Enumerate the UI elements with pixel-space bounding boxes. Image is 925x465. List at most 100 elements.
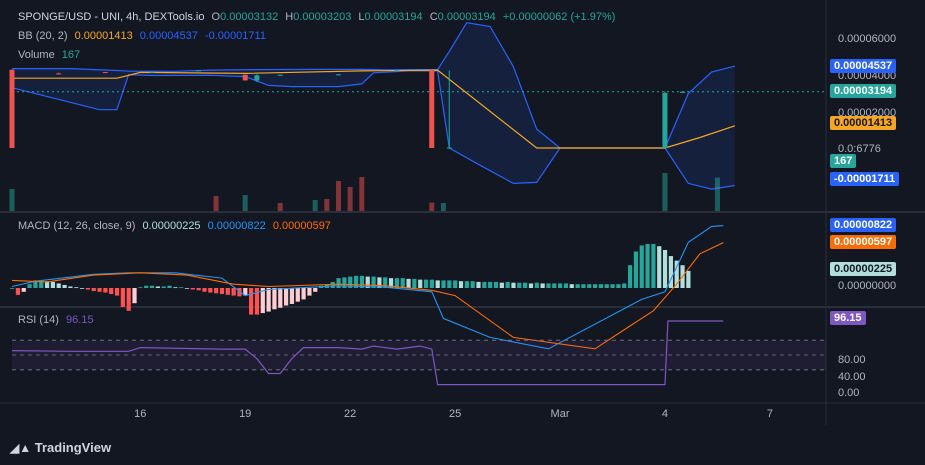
rsi-value: 96.15 <box>66 314 94 326</box>
macd-hist-bar <box>558 283 563 288</box>
macd-hist-bar <box>21 288 26 292</box>
macd-hist-bar <box>616 284 621 288</box>
volume-bar <box>9 189 15 211</box>
macd-hist-bar <box>662 250 668 288</box>
tradingview-logo: ◢▲ TradingView <box>10 440 112 455</box>
volume-bar <box>440 203 446 211</box>
rsi-tag: 96.15 <box>830 311 866 325</box>
bb-fill <box>12 22 735 190</box>
bb-basis-value: 0.00001413 <box>74 30 133 42</box>
macd-hist-bar <box>633 251 639 288</box>
candle-body <box>277 74 283 76</box>
volume-bar <box>312 200 318 211</box>
change-value: +0.00000062 (+1.97%) <box>502 11 616 23</box>
candle-body <box>9 69 15 148</box>
bb-upper-tag: 0.00004537 <box>830 59 897 73</box>
rsi-tick: 40.00 <box>838 371 866 383</box>
open-label: O <box>211 11 221 23</box>
volume-value: 167 <box>61 49 81 61</box>
rsi-tick: 80.00 <box>838 354 866 366</box>
macd-hist-bar <box>68 286 73 288</box>
header-legend: SPONGE/USD - UNI, 4h, DEXTools.io O 0.000… <box>18 11 619 23</box>
macd-hist-bar <box>190 288 195 290</box>
price-tick: 0.00006000 <box>838 33 897 45</box>
candle-body <box>254 75 260 81</box>
macd-hist-bar <box>307 288 312 296</box>
macd-hist-bar <box>482 281 487 288</box>
macd-hist-bar <box>284 288 289 306</box>
macd-hist-bar <box>528 283 534 288</box>
candle-body <box>56 73 62 75</box>
macd-hist-bar <box>91 288 96 292</box>
close-label: C <box>429 11 438 23</box>
macd-hist-bar <box>225 288 230 295</box>
macd-hist-bar <box>523 282 528 288</box>
close-price-tag: 0.00003194 <box>830 84 897 98</box>
macd-hist-bar <box>493 281 499 288</box>
candle-body <box>662 92 668 148</box>
macd-hist-bar <box>488 281 493 288</box>
candle-body <box>149 71 155 73</box>
volume-bar <box>213 196 219 211</box>
macd-hist-bar <box>120 288 125 307</box>
rsi-legend: RSI (14) 96.15 <box>18 314 98 326</box>
macd-hist-bar <box>114 288 120 296</box>
close-value: 0.00003194 <box>437 11 496 23</box>
macd-hist-bar <box>173 287 178 289</box>
macd-hist-bar <box>196 288 201 291</box>
macd-legend: MACD (12, 26, close, 9) 0.00000225 0.000… <box>18 220 335 232</box>
macd-hist-bar <box>138 287 143 289</box>
x-tick: Mar <box>550 408 570 420</box>
volume-bar <box>335 181 341 211</box>
macd-hist-bar <box>249 288 254 315</box>
macd-hist-bar <box>476 281 481 288</box>
macd-hist-bar <box>179 287 184 289</box>
macd-hist-bar <box>56 283 61 288</box>
macd-hist-bar <box>511 282 516 288</box>
chart-svg <box>0 0 925 425</box>
macd-label: MACD (12, 26, close, 9) <box>18 220 136 232</box>
x-tick: 19 <box>239 408 252 420</box>
macd-hist-bar <box>464 281 469 288</box>
macd-hist-bar <box>231 288 236 296</box>
macd-hist-bar <box>202 288 207 292</box>
macd-hist-bar <box>627 265 633 288</box>
macd-hist-bar <box>546 283 551 288</box>
bb-lower-tag: -0.00001711 <box>830 172 900 186</box>
macd-hist-bar <box>295 288 300 302</box>
macd-hist-bar <box>336 278 341 288</box>
macd-hist-bar <box>645 243 650 288</box>
macd-hist-bar <box>266 288 271 312</box>
macd-hist-bar <box>406 278 411 288</box>
macd-hist-bar <box>79 288 85 289</box>
volume-bar <box>662 173 668 211</box>
low-value: 0.00003194 <box>364 11 423 23</box>
macd-signal-line <box>11 242 724 350</box>
macd-hist-bar <box>517 282 522 288</box>
volume-bar <box>359 177 365 211</box>
x-tick: 7 <box>766 408 773 420</box>
macd-hist-bar <box>470 281 475 288</box>
rsi-label: RSI (14) <box>18 314 59 326</box>
macd-line-tag: 0.00000822 <box>830 218 897 232</box>
macd-hist-bar <box>167 285 172 288</box>
macd-signal-value: 0.00000597 <box>272 220 331 232</box>
volume-bar <box>714 177 720 211</box>
macd-hist-bar <box>540 283 545 288</box>
macd-hist-bar <box>214 288 219 294</box>
macd-hist-bar <box>569 284 574 288</box>
volume-tag: 167 <box>830 154 857 168</box>
macd-hist-bar <box>593 284 598 288</box>
volume-bar <box>347 187 353 211</box>
candle-body <box>242 74 248 81</box>
volume-label: Volume <box>18 49 55 61</box>
macd-hist-bar <box>412 278 417 288</box>
macd-hist-bar <box>610 284 615 288</box>
x-tick: 25 <box>448 408 462 420</box>
macd-hist-bar <box>604 284 609 288</box>
symbol-title: SPONGE/USD - UNI, 4h, DEXTools.io <box>18 11 205 23</box>
macd-hist-bar <box>50 281 56 288</box>
macd-hist-bar <box>74 287 79 289</box>
macd-hist-bar <box>103 288 108 293</box>
macd-tick: 0.00000000 <box>838 280 897 292</box>
